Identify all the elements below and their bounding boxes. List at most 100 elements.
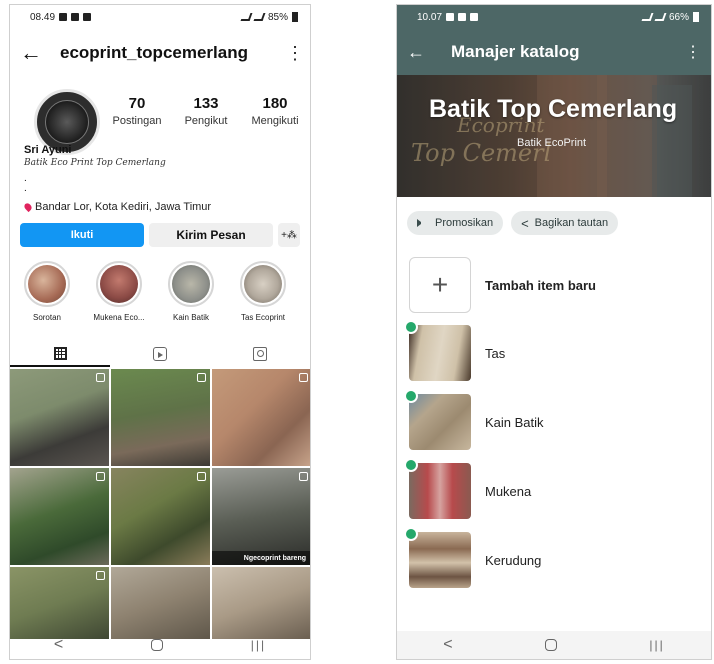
nav-home-icon[interactable] [544,639,557,651]
catalog-item[interactable]: Tas [404,320,506,381]
signal-icon [641,13,654,21]
tab-posts-grid[interactable] [10,341,110,367]
system-navigation-bar: < ||| [10,631,310,659]
reel-icon [96,472,105,481]
post-thumbnail[interactable] [10,567,109,639]
business-category: Batik EcoPrint [517,137,587,149]
tab-reels[interactable] [110,341,210,367]
reels-icon [153,347,167,361]
profile-bio: Batik Eco Print Top Cemerlang [24,158,166,168]
stat-value: 133 [193,95,219,112]
business-cover: Ecoprint Top Cemerl Batik Top Cemerlang … [397,75,711,197]
promote-label: Promosikan [435,217,494,229]
highlight-cover [240,261,286,307]
check-badge-icon [404,320,418,334]
app-bar: ← Manajer katalog ⋮ [397,29,711,75]
reel-icon [197,373,206,382]
post-thumbnail[interactable] [10,369,109,466]
stat-followers[interactable]: 133 Pengikut [173,95,239,127]
location-pin-icon [22,201,34,213]
check-badge-icon [404,389,418,403]
highlight-label: Sorotan [32,313,62,322]
cover-shade [397,75,711,197]
battery-icon [292,12,298,22]
notification-icon [470,13,479,21]
battery-percent: 85% [267,11,288,23]
catalog-item[interactable]: Kain Batik [404,389,544,450]
catalog-phone-screen: 10.07 66% ← Manajer katalog ⋮ Ecoprint T… [396,4,712,660]
highlight-cover [168,261,214,307]
item-thumbnail [404,527,471,588]
tab-tagged[interactable] [210,341,310,367]
post-thumbnail[interactable] [111,369,210,466]
catalog-item[interactable]: Kerudung [404,527,542,588]
post-thumbnail[interactable]: Ngecoprint bareng [212,468,310,565]
post-thumbnail[interactable] [111,468,210,565]
more-options-icon[interactable]: ⋮ [286,43,304,64]
reel-icon [96,571,105,580]
nav-back-icon[interactable]: < [443,636,452,654]
profile-location: Bandar Lor, Kota Kediri, Jawa Timur [22,201,212,213]
megaphone-icon [417,219,429,227]
notification-icon [446,13,455,21]
add-new-item-row[interactable]: + Tambah item baru [409,257,596,313]
back-arrow-icon[interactable]: ← [407,42,441,63]
nav-home-icon[interactable] [150,639,163,651]
promote-button[interactable]: Promosikan [407,211,504,235]
highlight-item[interactable]: Kain Batik [162,261,220,322]
item-label: Kerudung [485,552,542,568]
nav-back-icon[interactable]: < [54,636,63,654]
more-options-icon[interactable]: ⋮ [685,42,701,62]
bio-line: . [24,183,27,194]
business-name: Batik Top Cemerlang [429,95,678,123]
add-item-label: Tambah item baru [485,277,597,293]
post-thumbnail[interactable] [111,567,210,639]
stat-posts[interactable]: 70 Postingan [104,95,170,127]
post-thumbnail[interactable] [10,468,109,565]
item-label: Mukena [485,483,532,499]
item-thumbnail [404,458,471,519]
tagged-icon [253,347,267,361]
highlight-image [28,265,66,303]
profile-actions: Ikuti Kirim Pesan +⁂ [20,223,302,247]
posts-grid: Ngecoprint bareng [10,369,310,639]
highlight-item[interactable]: Sorotan [18,261,76,322]
location-text: Bandar Lor, Kota Kediri, Jawa Timur [35,201,212,213]
post-thumbnail[interactable] [212,567,310,639]
post-caption: Ngecoprint bareng [212,551,310,565]
share-label: Bagikan tautan [534,217,609,229]
avatar-logo [45,100,89,144]
stat-value: 180 [262,95,288,112]
battery-icon [693,12,699,22]
battery-percent: 66% [668,11,689,23]
highlight-cover [24,261,70,307]
stat-following[interactable]: 180 Mengikuti [242,95,308,127]
profile-header: ← ecoprint_topcemerlang ⋮ [10,37,310,69]
profile-tabs [10,341,310,367]
nav-recent-apps-icon[interactable]: ||| [649,638,664,652]
signal-icon [654,13,667,21]
add-user-button[interactable]: +⁂ [278,223,300,247]
back-arrow-icon[interactable]: ← [20,42,46,64]
item-label: Tas [485,345,506,361]
stat-value: 70 [128,95,146,112]
highlight-image [244,265,282,303]
add-user-icon: +⁂ [281,229,297,241]
profile-username: ecoprint_topcemerlang [60,43,248,62]
share-link-button[interactable]: < Bagikan tautan [511,211,619,235]
item-label: Kain Batik [485,414,544,430]
message-button[interactable]: Kirim Pesan [149,223,273,247]
stat-label: Postingan [112,115,162,127]
catalog-item[interactable]: Mukena [404,458,532,519]
post-thumbnail[interactable] [212,369,310,466]
system-navigation-bar: < ||| [397,631,711,659]
status-time: 10.07 [417,11,443,23]
page-title: Manajer katalog [451,42,580,61]
follow-button[interactable]: Ikuti [20,223,144,247]
highlight-label: Kain Batik [172,313,210,322]
highlight-item[interactable]: Mukena Eco... [90,261,148,322]
highlight-item[interactable]: Tas Ecoprint [234,261,292,322]
plus-icon: + [409,257,471,313]
nav-recent-apps-icon[interactable]: ||| [251,638,266,652]
highlight-cover [96,261,142,307]
